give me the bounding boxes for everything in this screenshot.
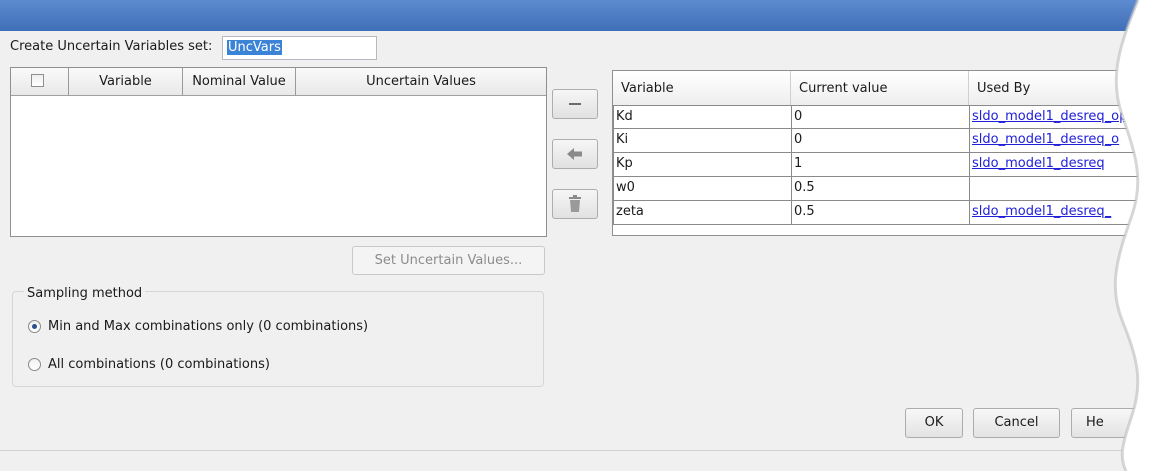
- torn-edge-decoration: [1113, 0, 1155, 471]
